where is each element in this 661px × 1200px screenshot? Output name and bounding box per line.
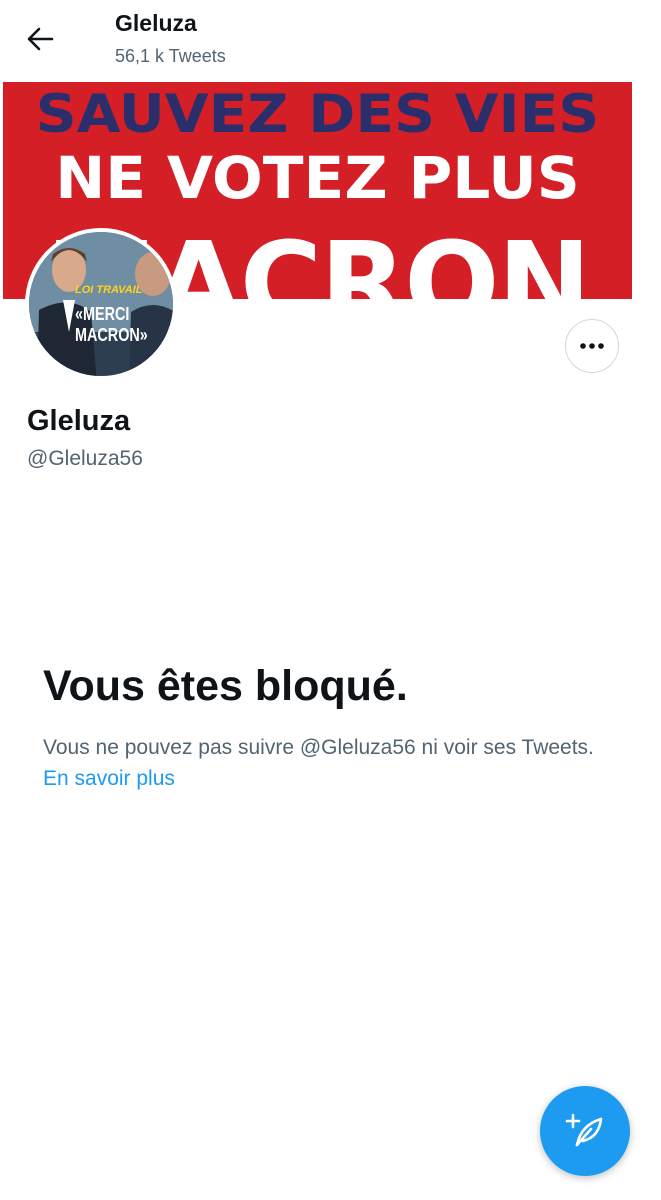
- more-horizontal-icon: [580, 343, 604, 349]
- compose-tweet-button[interactable]: [540, 1086, 630, 1176]
- learn-more-link[interactable]: En savoir plus: [43, 767, 175, 790]
- compose-tweet-icon: [565, 1113, 603, 1147]
- avatar-caption-line-1: «MERCI: [75, 304, 130, 324]
- avatar[interactable]: LOI TRAVAIL «MERCI MACRON»: [25, 228, 177, 380]
- top-bar: Gleluza 56,1 k Tweets: [0, 0, 661, 82]
- header-tweet-count: 56,1 k Tweets: [115, 46, 226, 66]
- blocked-title: Vous êtes bloqué.: [43, 662, 408, 710]
- profile-name: Gleluza: [27, 405, 131, 437]
- avatar-caption: «MERCI MACRON»: [75, 304, 148, 346]
- profile-handle: @Gleluza56: [27, 447, 143, 470]
- blocked-message-text: Vous ne pouvez pas suivre @Gleluza56 ni …: [43, 736, 594, 759]
- header-title: Gleluza: [115, 10, 197, 36]
- banner-line-1: SAUVEZ DES VIES: [35, 84, 600, 145]
- banner-line-2: NE VOTEZ PLUS: [55, 144, 580, 212]
- avatar-caption-line-2: MACRON»: [75, 325, 148, 345]
- more-options-button[interactable]: [565, 319, 619, 373]
- back-button[interactable]: [22, 22, 62, 56]
- avatar-caption-top: LOI TRAVAIL: [75, 284, 143, 296]
- arrow-left-icon: [27, 27, 54, 51]
- blocked-message: Vous ne pouvez pas suivre @Gleluza56 ni …: [43, 732, 603, 794]
